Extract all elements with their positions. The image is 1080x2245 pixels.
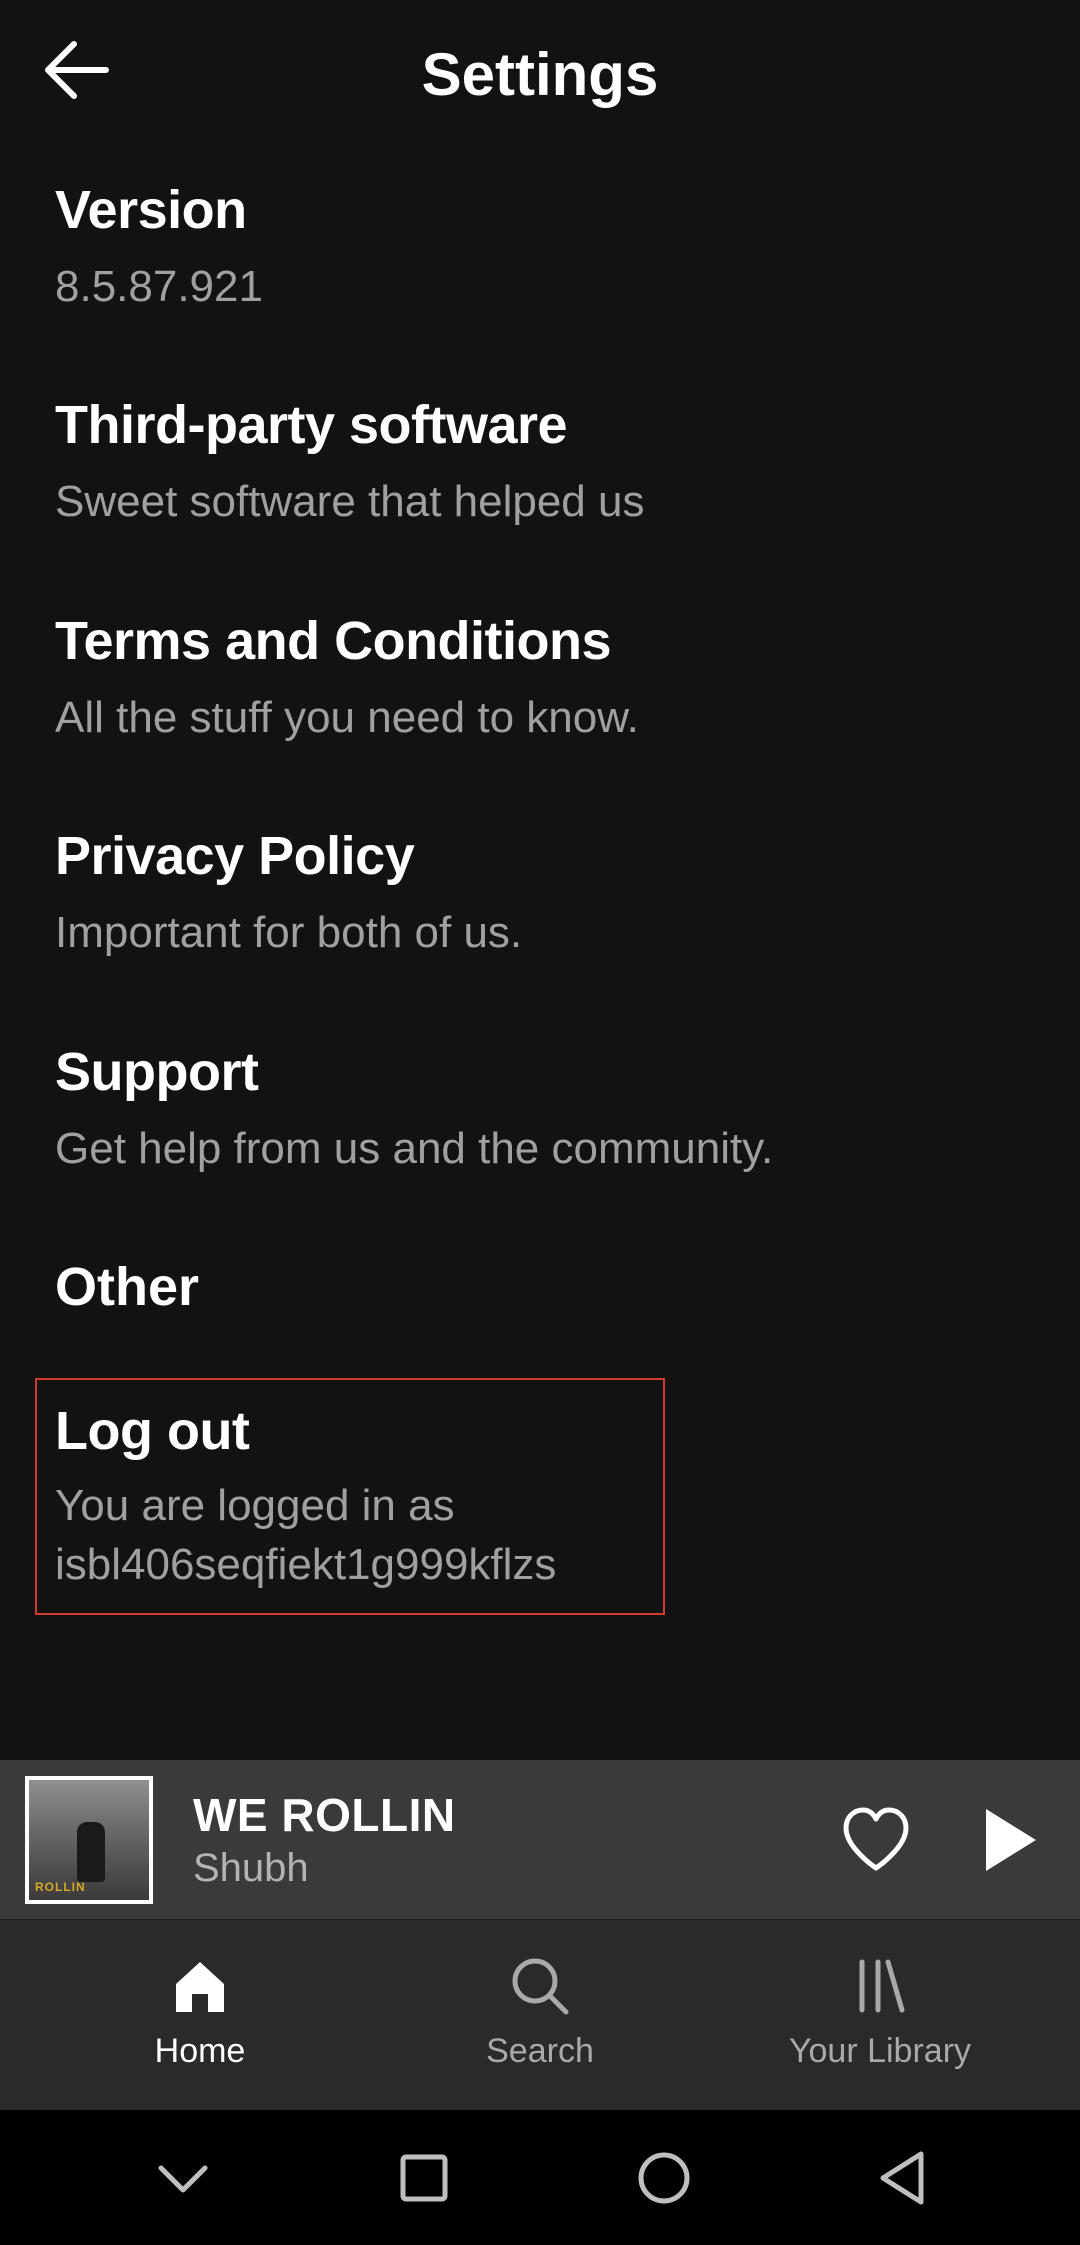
item-subtitle: 8.5.87.921 (55, 257, 1025, 316)
item-subtitle: Important for both of us. (55, 903, 1025, 962)
track-artist: Shubh (193, 1846, 840, 1891)
item-subtitle: You are logged in as isbl406seqfiekt1g99… (55, 1476, 645, 1595)
settings-item-terms[interactable]: Terms and Conditions All the stuff you n… (55, 610, 1025, 747)
sys-home-icon[interactable] (636, 2150, 692, 2206)
nav-label: Search (486, 2032, 594, 2071)
nav-label: Your Library (789, 2032, 971, 2071)
sys-collapse-icon[interactable] (153, 2158, 213, 2198)
bottom-nav: Home Search Your Library (0, 1920, 1080, 2110)
album-art: ROLLIN (25, 1776, 153, 1904)
album-art-text: ROLLIN (35, 1880, 86, 1894)
settings-item-logout[interactable]: Log out You are logged in as isbl406seqf… (35, 1378, 665, 1615)
item-subtitle: All the stuff you need to know. (55, 688, 1025, 747)
nav-library[interactable]: Your Library (710, 1954, 1050, 2071)
nav-search[interactable]: Search (370, 1954, 710, 2071)
item-title: Terms and Conditions (55, 610, 1025, 672)
header-bar: Settings (0, 0, 1080, 139)
settings-item-third-party[interactable]: Third-party software Sweet software that… (55, 394, 1025, 531)
section-header-other: Other (55, 1256, 1025, 1318)
nav-label: Home (155, 2032, 246, 2071)
now-playing-info: WE ROLLIN Shubh (193, 1788, 840, 1891)
item-subtitle: Get help from us and the community. (55, 1119, 1025, 1178)
settings-list: Version 8.5.87.921 Third-party software … (0, 139, 1080, 1760)
item-title: Version (55, 179, 1025, 241)
back-icon[interactable] (40, 38, 110, 102)
play-icon[interactable] (982, 1807, 1040, 1873)
now-playing-bar[interactable]: ROLLIN WE ROLLIN Shubh (0, 1760, 1080, 1920)
search-icon (508, 1954, 572, 2018)
nav-home[interactable]: Home (30, 1954, 370, 2071)
home-icon (168, 1954, 232, 2018)
settings-item-privacy[interactable]: Privacy Policy Important for both of us. (55, 825, 1025, 962)
now-playing-actions (840, 1806, 1040, 1874)
item-title: Support (55, 1041, 1025, 1103)
system-nav-bar (0, 2110, 1080, 2245)
item-title: Third-party software (55, 394, 1025, 456)
library-icon (848, 1954, 912, 2018)
track-title: WE ROLLIN (193, 1788, 840, 1842)
sys-recent-icon[interactable] (398, 2152, 450, 2204)
settings-screen: Settings Version 8.5.87.921 Third-party … (0, 0, 1080, 2245)
item-title: Privacy Policy (55, 825, 1025, 887)
settings-item-version[interactable]: Version 8.5.87.921 (55, 179, 1025, 316)
item-title: Log out (55, 1400, 645, 1462)
page-title: Settings (40, 40, 1040, 109)
heart-icon[interactable] (840, 1806, 912, 1874)
sys-back-icon[interactable] (877, 2150, 927, 2206)
settings-item-support[interactable]: Support Get help from us and the communi… (55, 1041, 1025, 1178)
item-subtitle: Sweet software that helped us (55, 472, 1025, 531)
